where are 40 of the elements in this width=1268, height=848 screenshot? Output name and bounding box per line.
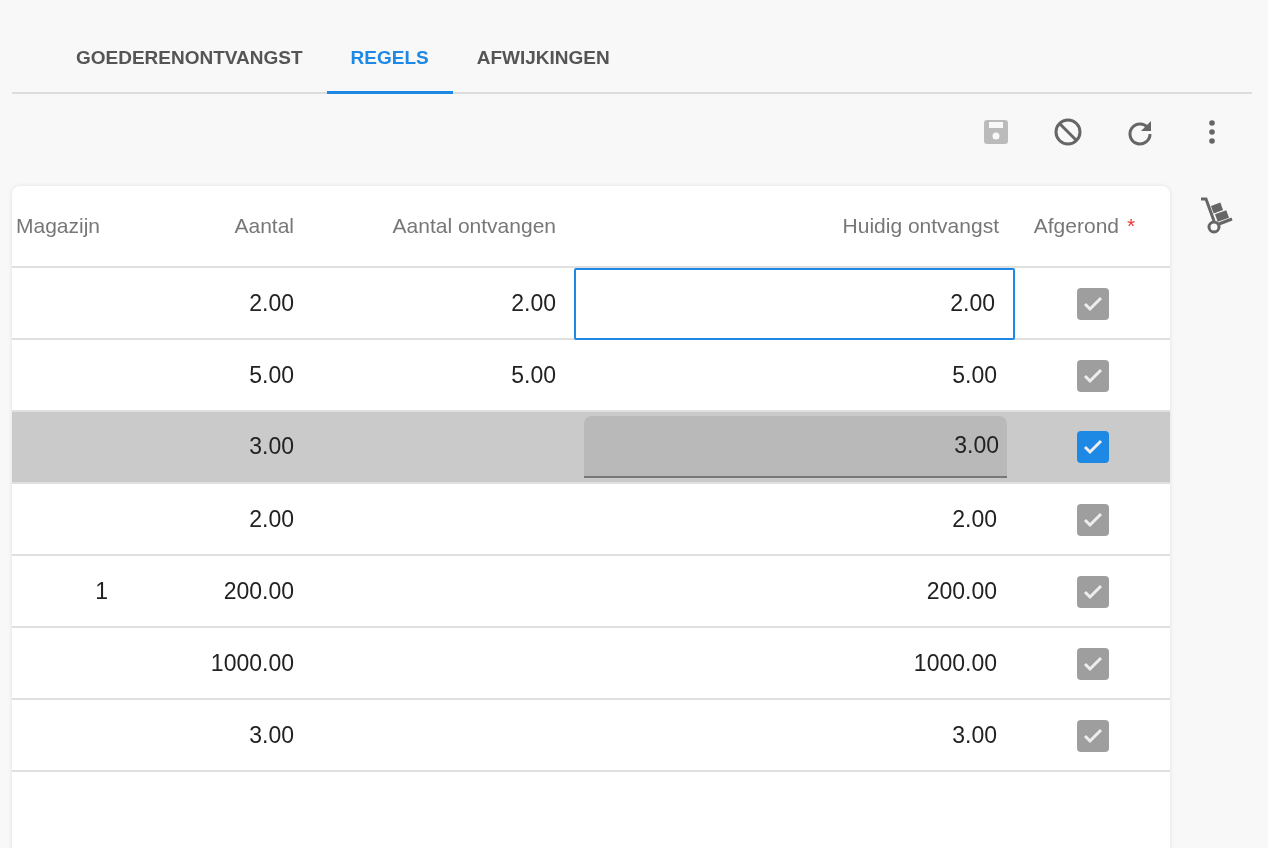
column-header[interactable]: Magazijn [16, 213, 101, 237]
table-row[interactable]: 3.00 3.00 [12, 699, 1170, 772]
table-cell: 3.00 [249, 433, 294, 460]
checkbox[interactable] [1076, 575, 1109, 608]
table-cell-text: 3.00 [952, 721, 997, 751]
required-mark: * [1127, 213, 1136, 237]
checkbox[interactable] [1076, 430, 1109, 463]
checkbox[interactable] [1076, 647, 1109, 680]
table-cell-text: 2.00 [952, 505, 997, 535]
table-cell: 3.00 [249, 722, 294, 749]
table-row[interactable]: 3.00 3.00 [12, 411, 1170, 484]
table-cell: 2.00 [249, 290, 294, 317]
tab[interactable]: GOEDERENONTVANGST [52, 32, 327, 94]
table-cell: 200.00 [223, 578, 294, 605]
table-cell-text: 200.00 [926, 577, 997, 607]
quantity-input[interactable]: 3.00 [584, 415, 1007, 478]
table-cell: 1 [95, 578, 108, 605]
quantity-input[interactable]: 2.00 [574, 267, 1015, 340]
table-cell: 5.00 [249, 362, 294, 389]
table-row[interactable]: 1000.00 1000.00 [12, 627, 1170, 700]
table-row[interactable]: 2.00 2.00 2.00 [12, 267, 1170, 340]
table-cell: 5.00 [511, 362, 556, 389]
hand-truck-icon[interactable] [1198, 195, 1234, 236]
column-header[interactable]: Afgerond [1033, 213, 1119, 237]
tab[interactable]: AFWIJKINGEN [452, 32, 634, 94]
checkbox[interactable] [1076, 287, 1109, 320]
table-cell: 2.00 [249, 506, 294, 533]
table-cell: 2.00 [511, 290, 556, 317]
cancel-icon[interactable] [1053, 116, 1083, 147]
checkbox[interactable] [1076, 503, 1109, 536]
column-header[interactable]: Huidig ontvangst [842, 213, 999, 237]
table-cell: 1000.00 [210, 650, 294, 677]
table-row[interactable]: 1 200.00 200.00 [12, 555, 1170, 628]
checkbox[interactable] [1076, 719, 1109, 752]
checkbox[interactable] [1076, 359, 1109, 392]
column-header[interactable]: Aantal ontvangen [392, 213, 556, 237]
table-row[interactable]: 2.00 2.00 [12, 483, 1170, 556]
table-cell-text: 1000.00 [913, 649, 997, 679]
column-header[interactable]: Aantal [234, 213, 294, 237]
table-cell-text: 5.00 [952, 361, 997, 391]
